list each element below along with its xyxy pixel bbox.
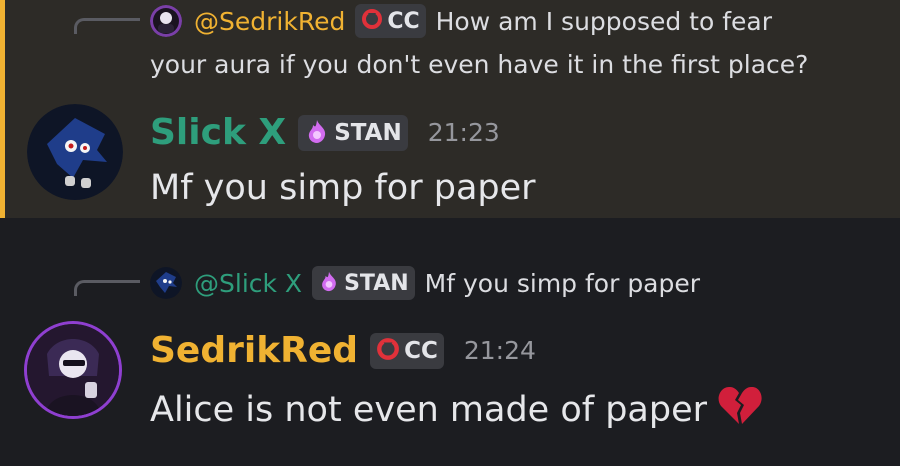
author-name[interactable]: Slick X bbox=[150, 112, 286, 153]
reply-author[interactable]: @Slick X bbox=[194, 269, 302, 298]
timestamp[interactable]: 21:23 bbox=[428, 118, 500, 147]
message-slick-x[interactable]: @SedrikRed CC How am I supposed to fear … bbox=[0, 0, 900, 218]
reply-text: Mf you simp for paper bbox=[424, 268, 701, 298]
reply-connector bbox=[74, 18, 140, 34]
broken-heart-icon bbox=[717, 384, 763, 435]
mention-highlight-bar bbox=[0, 0, 5, 218]
reply-role-badge: CC bbox=[355, 4, 426, 38]
message-sedrikred[interactable]: @Slick X STAN Mf you simp for paper Sedr… bbox=[0, 218, 900, 466]
role-badge: CC bbox=[370, 332, 444, 369]
timestamp[interactable]: 21:24 bbox=[464, 336, 536, 365]
message-content: Alice is not even made of paper bbox=[150, 384, 763, 435]
message-header: SedrikRed CC 21:24 bbox=[150, 330, 536, 371]
message-header: Slick X STAN 21:23 bbox=[150, 112, 500, 153]
author-name[interactable]: SedrikRed bbox=[150, 330, 358, 371]
avatar-sedrikred[interactable] bbox=[27, 324, 119, 416]
reply-text-continued: your aura if you don't even have it in t… bbox=[150, 50, 809, 79]
purple-flame-icon bbox=[304, 118, 330, 148]
reply-connector bbox=[74, 280, 140, 296]
reply-avatar-sedrikred[interactable] bbox=[150, 5, 182, 37]
red-ring-icon bbox=[361, 8, 383, 34]
message-text: Alice is not even made of paper bbox=[150, 389, 707, 430]
message-content: Mf you simp for paper bbox=[150, 168, 536, 208]
role-badge: STAN bbox=[298, 114, 408, 151]
purple-flame-icon bbox=[318, 270, 340, 296]
reply-text: How am I supposed to fear bbox=[435, 6, 773, 36]
reply-avatar-slick-x[interactable] bbox=[150, 267, 182, 299]
reply-preview[interactable]: @SedrikRed CC How am I supposed to fear bbox=[150, 4, 772, 38]
reply-preview[interactable]: @Slick X STAN Mf you simp for paper bbox=[150, 266, 700, 300]
reply-role-badge: STAN bbox=[312, 266, 415, 300]
reply-author[interactable]: @SedrikRed bbox=[194, 7, 345, 36]
avatar-slick-x[interactable] bbox=[27, 104, 123, 200]
red-ring-icon bbox=[376, 337, 400, 365]
